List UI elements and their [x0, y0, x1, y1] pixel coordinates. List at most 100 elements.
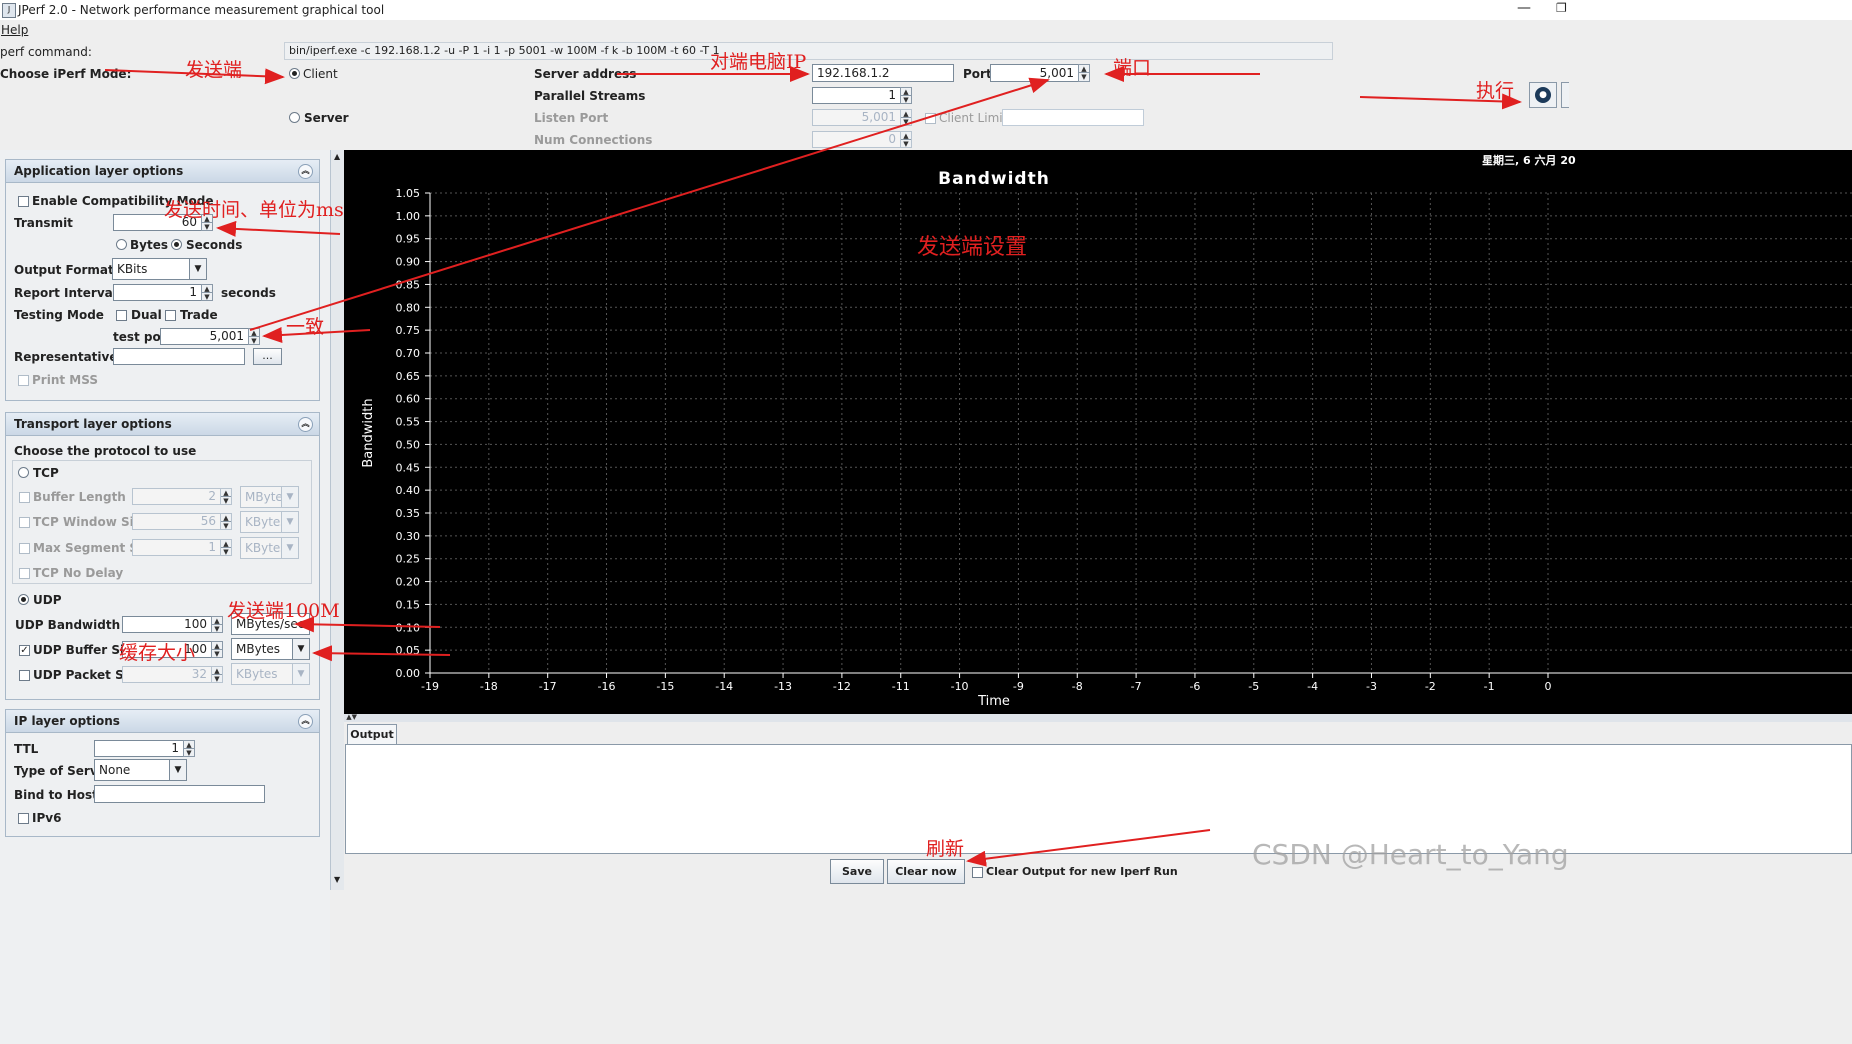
- max-segment-checkbox[interactable]: [19, 543, 30, 554]
- buffer-length-spinner[interactable]: ▲ ▼: [220, 488, 232, 505]
- buffer-length-field[interactable]: 2: [132, 488, 221, 505]
- tcp-radio[interactable]: [18, 467, 29, 478]
- client-limit-field[interactable]: [1002, 109, 1144, 126]
- seconds-radio[interactable]: [171, 239, 182, 250]
- x-tick-label: -10: [951, 680, 969, 693]
- buffer-length-checkbox[interactable]: [19, 492, 30, 503]
- client-label[interactable]: Client: [303, 67, 338, 81]
- max-segment-spinner[interactable]: ▲ ▼: [220, 539, 232, 556]
- chevron-down-icon: ▼: [169, 760, 186, 780]
- options-scrollbar[interactable]: ▲ ▼: [330, 150, 344, 890]
- udp-packet-spinner[interactable]: ▲ ▼: [211, 666, 223, 683]
- num-connections-spinner[interactable]: ▲ ▼: [900, 131, 912, 148]
- menu-help[interactable]: Help: [1, 23, 28, 37]
- output-tab[interactable]: Output: [347, 724, 397, 745]
- ttl-field[interactable]: 1: [94, 740, 184, 757]
- transport-title: Transport layer options: [14, 417, 172, 431]
- tos-select[interactable]: None ▼: [94, 759, 187, 781]
- output-area[interactable]: [345, 744, 1852, 854]
- tcp-window-checkbox[interactable]: [19, 517, 30, 528]
- udp-bandwidth-field[interactable]: 100: [122, 616, 212, 633]
- dual-checkbox[interactable]: [116, 310, 127, 321]
- ipv6-label: IPv6: [32, 811, 62, 825]
- listen-port-spinner[interactable]: ▲ ▼: [900, 109, 912, 126]
- collapse-icon[interactable]: ︽: [298, 714, 313, 729]
- x-tick-label: -11: [892, 680, 910, 693]
- note-refresh: 刷新: [926, 838, 965, 860]
- ip-layer-header[interactable]: IP layer options ︽: [6, 710, 319, 733]
- tcp-window-field[interactable]: 56: [132, 513, 221, 530]
- ipv6-checkbox[interactable]: [18, 813, 29, 824]
- collapse-icon[interactable]: ︽: [298, 164, 313, 179]
- test-port-spinner[interactable]: ▲ ▼: [248, 328, 260, 345]
- ttl-spinner[interactable]: ▲ ▼: [183, 740, 195, 757]
- chevron-down-icon: ▼: [281, 512, 298, 532]
- server-address-field[interactable]: 192.168.1.2: [812, 64, 954, 82]
- browse-button[interactable]: ...: [253, 348, 282, 365]
- udp-buffer-unit[interactable]: MBytes ▼: [231, 638, 310, 660]
- buffer-length-unit[interactable]: MBytes ▼: [240, 486, 299, 508]
- minimize-icon[interactable]: —: [1517, 0, 1531, 16]
- clear-now-button[interactable]: Clear now: [887, 859, 965, 884]
- stop-button[interactable]: [1561, 82, 1569, 108]
- compat-checkbox[interactable]: [18, 196, 29, 207]
- protocol-label: Choose the protocol to use: [14, 444, 197, 458]
- collapse-icon[interactable]: ︽: [298, 417, 313, 432]
- max-segment-field[interactable]: 1: [132, 539, 221, 556]
- print-mss-checkbox[interactable]: [18, 375, 29, 386]
- tcp-window-spinner[interactable]: ▲ ▼: [220, 513, 232, 530]
- x-tick-label: -17: [539, 680, 557, 693]
- parallel-spinner[interactable]: ▲ ▼: [900, 87, 912, 104]
- udp-packet-checkbox[interactable]: [19, 670, 30, 681]
- udp-buffer-checkbox[interactable]: ✓: [19, 645, 30, 656]
- app-icon: J: [2, 3, 16, 18]
- num-connections-field[interactable]: 0: [812, 131, 901, 148]
- tcp-nodelay-checkbox[interactable]: [19, 568, 30, 579]
- scroll-up-icon[interactable]: ▲: [334, 152, 340, 161]
- app-layer-header[interactable]: Application layer options ︽: [6, 160, 319, 183]
- trade-checkbox[interactable]: [165, 310, 176, 321]
- server-radio[interactable]: [289, 112, 300, 123]
- run-button[interactable]: ●: [1529, 82, 1557, 108]
- udp-buffer-spinner[interactable]: ▲ ▼: [211, 641, 223, 658]
- udp-packet-field[interactable]: 32: [122, 666, 212, 683]
- x-tick-label: -19: [421, 680, 439, 693]
- rep-file-field[interactable]: [113, 348, 245, 365]
- client-limit-checkbox[interactable]: [925, 113, 936, 124]
- report-interval-spinner[interactable]: ▲ ▼: [201, 284, 213, 301]
- y-tick-label: 0.65: [396, 370, 421, 383]
- restore-icon[interactable]: ❐: [1556, 1, 1567, 15]
- split-divider[interactable]: ▲▼: [344, 714, 1852, 722]
- listen-port-field[interactable]: 5,001: [812, 109, 901, 126]
- client-radio[interactable]: [289, 68, 300, 79]
- scroll-down-icon[interactable]: ▼: [334, 875, 340, 884]
- server-label[interactable]: Server: [304, 111, 349, 125]
- tcp-window-unit[interactable]: KBytes ▼: [240, 511, 299, 533]
- bytes-radio[interactable]: [116, 239, 127, 250]
- udp-packet-unit[interactable]: KBytes ▼: [231, 663, 310, 685]
- x-tick-label: -4: [1307, 680, 1318, 693]
- test-port-field[interactable]: 5,001: [160, 328, 249, 345]
- x-tick-label: -8: [1072, 680, 1083, 693]
- bind-field[interactable]: [94, 785, 265, 803]
- port-spinner[interactable]: ▲ ▼: [1078, 64, 1090, 82]
- x-tick-label: -15: [656, 680, 674, 693]
- udp-bandwidth-spinner[interactable]: ▲ ▼: [211, 616, 223, 633]
- port-field[interactable]: 5,001: [990, 64, 1079, 82]
- max-segment-unit[interactable]: KBytes ▼: [240, 537, 299, 559]
- udp-radio[interactable]: [18, 594, 29, 605]
- save-button[interactable]: Save: [830, 859, 884, 884]
- y-tick-label: 0.95: [396, 233, 421, 246]
- x-tick-label: -18: [480, 680, 498, 693]
- clear-new-checkbox[interactable]: [972, 867, 983, 878]
- output-format-select[interactable]: KBits ▼: [112, 258, 207, 280]
- parallel-field[interactable]: 1: [812, 87, 901, 104]
- note-sender: 发送端: [185, 59, 243, 81]
- x-tick-label: -3: [1366, 680, 1377, 693]
- mode-label: Choose iPerf Mode:: [0, 67, 132, 81]
- y-tick-label: 0.20: [396, 576, 421, 589]
- report-interval-field[interactable]: 1: [113, 284, 202, 301]
- transport-header[interactable]: Transport layer options ︽: [6, 413, 319, 436]
- command-label: perf command:: [0, 45, 92, 59]
- y-tick-label: 0.90: [396, 256, 421, 269]
